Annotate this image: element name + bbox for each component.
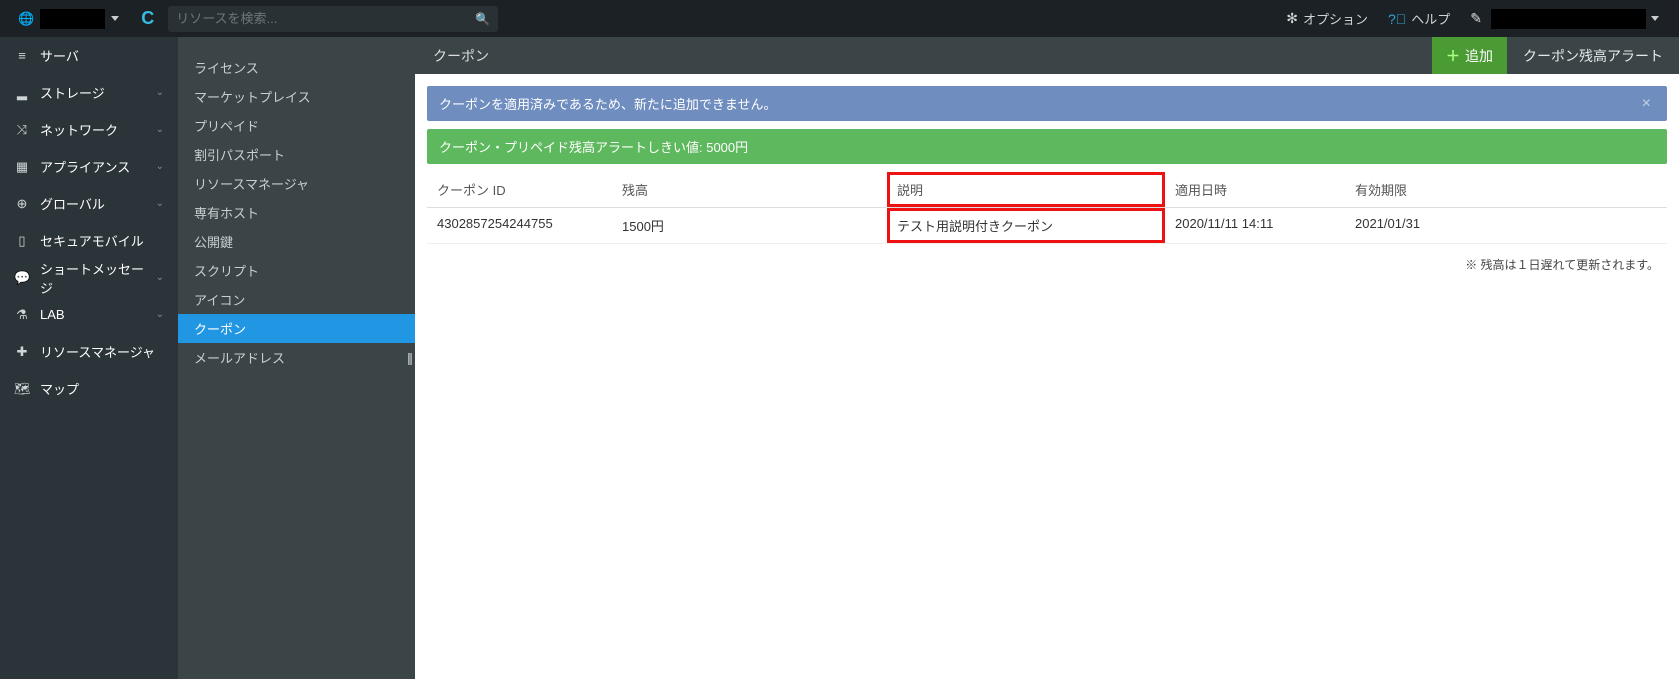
balance-note: ※ 残高は１日遅れて更新されます。 — [427, 252, 1667, 273]
sub-sidebar: ライセンスマーケットプレイスプリペイド割引パスポートリソースマネージャ専有ホスト… — [178, 37, 415, 679]
sidebar-item-label: リソースマネージャ — [40, 342, 164, 361]
sidebar-item-global[interactable]: ⊕ グローバル ⌄ — [0, 185, 178, 222]
chevron-down-icon: ⌄ — [156, 309, 164, 320]
search-input[interactable] — [176, 11, 475, 26]
logo-icon: C — [141, 8, 154, 29]
sidebar-item-lab[interactable]: ⚗ LAB ⌄ — [0, 296, 178, 333]
chevron-down-icon: ⌄ — [156, 87, 164, 98]
map-icon: 🗺 — [14, 381, 30, 397]
subnav-item[interactable]: 公開鍵 — [178, 227, 415, 256]
top-bar: 🌐 C 🔍 ✻ オプション ?⃝ ヘルプ ✎ — [0, 0, 1679, 37]
sidebar-item-label: ショートメッセージ — [40, 259, 146, 297]
subnav-item[interactable]: リソースマネージャ — [178, 169, 415, 198]
cell-applied: 2020/11/11 14:11 — [1165, 208, 1345, 244]
threshold-alert-text: クーポン・プリペイド残高アラートしきい値: 5000円 — [439, 137, 748, 156]
threshold-alert: クーポン・プリペイド残高アラートしきい値: 5000円 — [427, 129, 1667, 164]
caret-down-icon — [111, 16, 119, 21]
subnav-item[interactable]: プリペイド — [178, 111, 415, 140]
help-label: ヘルプ — [1411, 9, 1450, 28]
resize-handle-icon[interactable]: ||| — [407, 351, 411, 366]
appliance-icon: ▦ — [14, 159, 30, 175]
info-alert: クーポンを適用済みであるため、新たに追加できません。 × — [427, 86, 1667, 121]
sidebar-item-server[interactable]: ≡ サーバ — [0, 37, 178, 74]
col-header-id: クーポン ID — [427, 172, 612, 208]
sidebar-item-label: アプライアンス — [40, 157, 146, 176]
options-label: オプション — [1303, 9, 1368, 28]
coupon-table: クーポン ID 残高 説明 適用日時 有効期限 4302857254244755… — [427, 172, 1667, 244]
options-menu[interactable]: ✻ オプション — [1276, 0, 1378, 37]
user-menu[interactable]: ✎ — [1460, 0, 1669, 37]
storage-icon: ▂ — [14, 85, 30, 101]
chevron-down-icon: ⌄ — [156, 161, 164, 172]
chevron-down-icon: ⌄ — [156, 124, 164, 135]
col-header-expires: 有効期限 — [1345, 172, 1667, 208]
content-area: クーポン ＋ 追加 クーポン残高アラート クーポンを適用済みであるため、新たに追… — [415, 37, 1679, 679]
subnav-item[interactable]: アイコン — [178, 285, 415, 314]
caret-down-icon — [1651, 16, 1659, 21]
feather-icon: ✎ — [1470, 10, 1482, 27]
help-icon: ?⃝ — [1388, 11, 1406, 27]
col-header-description-text: 説明 — [897, 183, 923, 198]
region-label-redacted — [40, 9, 105, 29]
col-header-balance: 残高 — [612, 172, 887, 208]
globe-icon: 🌐 — [18, 11, 34, 27]
sidebar-item-label: セキュアモバイル — [40, 231, 164, 250]
sidebar-item-message[interactable]: 💬 ショートメッセージ ⌄ — [0, 259, 178, 296]
cell-expires: 2021/01/31 — [1345, 208, 1667, 244]
sidebar-item-label: マップ — [40, 379, 164, 398]
content-header: クーポン ＋ 追加 クーポン残高アラート — [415, 37, 1679, 74]
col-header-applied: 適用日時 — [1165, 172, 1345, 208]
region-selector[interactable]: 🌐 — [10, 0, 127, 37]
add-button[interactable]: ＋ 追加 — [1432, 37, 1507, 74]
sidebar-item-network[interactable]: ⤨ ネットワーク ⌄ — [0, 111, 178, 148]
search-icon[interactable]: 🔍 — [475, 12, 490, 26]
global-icon: ⊕ — [14, 196, 30, 212]
sidebar-item-storage[interactable]: ▂ ストレージ ⌄ — [0, 74, 178, 111]
cell-balance: 1500円 — [612, 208, 887, 244]
server-icon: ≡ — [14, 48, 30, 63]
cell-description: テスト用説明付きクーポン — [887, 208, 1165, 244]
subnav-item[interactable]: スクリプト — [178, 256, 415, 285]
add-button-label: 追加 — [1465, 46, 1493, 66]
help-menu[interactable]: ?⃝ ヘルプ — [1378, 0, 1460, 37]
sidebar-item-label: サーバ — [40, 46, 164, 65]
balance-alert-button[interactable]: クーポン残高アラート — [1507, 37, 1679, 74]
resourcemgr-icon: ✚ — [14, 344, 30, 360]
cell-description-text: テスト用説明付きクーポン — [897, 219, 1053, 234]
col-header-description: 説明 — [887, 172, 1165, 208]
message-icon: 💬 — [14, 270, 30, 286]
page-title: クーポン — [415, 46, 1432, 66]
subnav-item[interactable]: 専有ホスト — [178, 198, 415, 227]
subnav-item[interactable]: クーポン — [178, 314, 415, 343]
sidebar-item-appliance[interactable]: ▦ アプライアンス ⌄ — [0, 148, 178, 185]
network-icon: ⤨ — [14, 122, 30, 138]
balance-alert-label: クーポン残高アラート — [1523, 46, 1663, 66]
sidebar-item-mobile[interactable]: ▯ セキュアモバイル — [0, 222, 178, 259]
user-label-redacted — [1491, 9, 1646, 29]
table-header-row: クーポン ID 残高 説明 適用日時 有効期限 — [427, 172, 1667, 208]
sidebar-item-resourcemgr[interactable]: ✚ リソースマネージャ — [0, 333, 178, 370]
plus-icon: ＋ — [1446, 46, 1460, 66]
sidebar-item-map[interactable]: 🗺 マップ — [0, 370, 178, 407]
table-row[interactable]: 4302857254244755 1500円 テスト用説明付きクーポン 2020… — [427, 208, 1667, 244]
subnav-item[interactable]: ライセンス — [178, 53, 415, 82]
sidebar-item-label: グローバル — [40, 194, 146, 213]
subnav-item[interactable]: 割引パスポート — [178, 140, 415, 169]
search-box[interactable]: 🔍 — [168, 6, 498, 32]
gear-icon: ✻ — [1286, 10, 1298, 27]
chevron-down-icon: ⌄ — [156, 198, 164, 209]
close-icon[interactable]: × — [1638, 95, 1655, 113]
sidebar-item-label: LAB — [40, 307, 146, 322]
subnav-item[interactable]: メールアドレス — [178, 343, 415, 372]
main-sidebar: ≡ サーバ ▂ ストレージ ⌄ ⤨ ネットワーク ⌄ ▦ アプライアンス ⌄ ⊕ グローバル ⌄ ▯ セキュア… — [0, 37, 178, 679]
chevron-down-icon: ⌄ — [156, 272, 164, 283]
sidebar-item-label: ストレージ — [40, 83, 146, 102]
subnav-item[interactable]: マーケットプレイス — [178, 82, 415, 111]
cell-id: 4302857254244755 — [427, 208, 612, 244]
mobile-icon: ▯ — [14, 233, 30, 249]
sidebar-item-label: ネットワーク — [40, 120, 146, 139]
info-alert-text: クーポンを適用済みであるため、新たに追加できません。 — [439, 94, 776, 113]
lab-icon: ⚗ — [14, 307, 30, 323]
